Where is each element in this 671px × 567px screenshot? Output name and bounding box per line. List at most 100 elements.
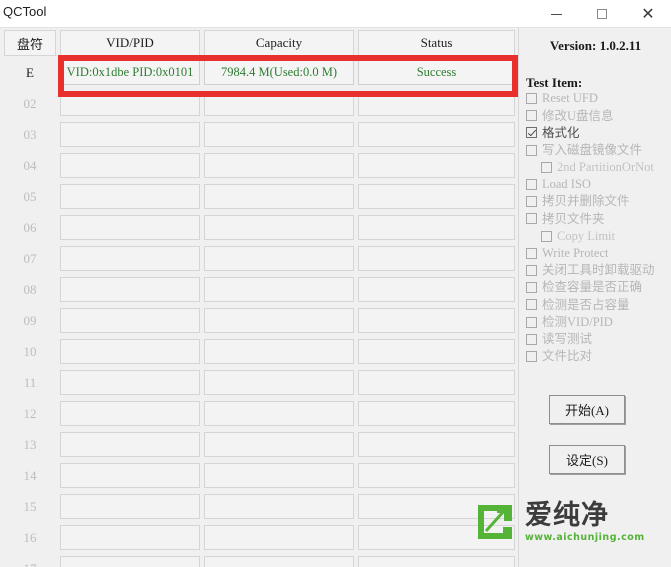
cell-status[interactable] [358,556,515,567]
cell-vid-pid[interactable] [60,215,200,240]
cell-status[interactable] [358,184,515,209]
test-item-row[interactable]: Write Protect [520,245,671,262]
cell-vid-pid[interactable] [60,494,200,519]
table-row[interactable]: 09 [0,305,518,336]
minimize-button[interactable] [533,0,579,28]
cell-capacity[interactable] [204,525,354,550]
checkbox-icon[interactable] [526,213,537,225]
cell-capacity[interactable]: 7984.4 M(Used:0.0 M) [204,60,354,85]
test-item-row[interactable]: 写入磁盘镜像文件 [520,142,671,159]
checkbox-icon[interactable] [526,144,537,156]
column-header-vid-pid[interactable]: VID/PID [60,30,200,56]
cell-status[interactable] [358,339,515,364]
checkbox-icon[interactable] [526,299,537,311]
cell-vid-pid[interactable] [60,556,200,567]
checkbox-icon[interactable] [526,247,537,259]
table-row[interactable]: 16 [0,522,518,553]
table-row[interactable]: 17 [0,553,518,567]
checkbox-icon[interactable] [526,93,537,105]
table-row[interactable]: 06 [0,212,518,243]
table-row[interactable]: 03 [0,119,518,150]
table-row[interactable]: 10 [0,336,518,367]
cell-capacity[interactable] [204,184,354,209]
table-row[interactable]: E VID:0x1dbe PID:0x0101 7984.4 M(Used:0.0 … [0,57,518,88]
test-item-row[interactable]: 文件比对 [520,348,671,365]
table-row[interactable]: 15 [0,491,518,522]
test-item-row[interactable]: 2nd PartitionOrNot [520,159,671,176]
checkbox-icon[interactable] [526,110,537,122]
cell-capacity[interactable] [204,308,354,333]
cell-vid-pid[interactable]: VID:0x1dbe PID:0x0101 [60,60,200,85]
test-item-row[interactable]: 检测VID/PID [520,313,671,330]
test-item-row[interactable]: 关闭工具时卸载驱动 [520,262,671,279]
cell-vid-pid[interactable] [60,432,200,457]
start-button[interactable]: 开始(A) [549,395,625,424]
cell-status[interactable] [358,277,515,302]
test-item-row[interactable]: 检测是否占容量 [520,296,671,313]
test-item-row[interactable]: 读写测试 [520,331,671,348]
close-button[interactable]: ✕ [625,0,671,28]
cell-vid-pid[interactable] [60,122,200,147]
table-row[interactable]: 14 [0,460,518,491]
test-item-row[interactable]: 修改U盘信息 [520,107,671,124]
cell-capacity[interactable] [204,215,354,240]
cell-vid-pid[interactable] [60,525,200,550]
cell-capacity[interactable] [204,370,354,395]
cell-capacity[interactable] [204,432,354,457]
cell-status[interactable] [358,122,515,147]
cell-vid-pid[interactable] [60,91,200,116]
checkbox-icon[interactable] [541,230,552,242]
cell-vid-pid[interactable] [60,463,200,488]
table-row[interactable]: 11 [0,367,518,398]
test-item-row[interactable]: 拷贝文件夹 [520,210,671,227]
cell-vid-pid[interactable] [60,308,200,333]
checkbox-icon[interactable] [541,161,552,173]
table-row[interactable]: 12 [0,398,518,429]
cell-capacity[interactable] [204,277,354,302]
checkbox-icon[interactable] [526,127,537,139]
test-item-row[interactable]: Reset UFD [520,90,671,107]
checkbox-icon[interactable] [526,179,537,191]
test-item-row[interactable]: 拷贝并删除文件 [520,193,671,210]
test-item-row[interactable]: Copy Limit [520,228,671,245]
table-row[interactable]: 13 [0,429,518,460]
cell-vid-pid[interactable] [60,339,200,364]
cell-vid-pid[interactable] [60,370,200,395]
table-row[interactable]: 07 [0,243,518,274]
column-header-status[interactable]: Status [358,30,515,56]
checkbox-icon[interactable] [526,282,537,294]
column-header-drive[interactable]: 盘符 [4,30,56,56]
cell-status[interactable] [358,308,515,333]
checkbox-icon[interactable] [526,350,537,362]
cell-status[interactable] [358,401,515,426]
cell-vid-pid[interactable] [60,401,200,426]
table-row[interactable]: 04 [0,150,518,181]
checkbox-icon[interactable] [526,264,537,276]
cell-vid-pid[interactable] [60,153,200,178]
cell-capacity[interactable] [204,401,354,426]
cell-status[interactable] [358,91,515,116]
column-header-capacity[interactable]: Capacity [204,30,354,56]
cell-status[interactable] [358,215,515,240]
checkbox-icon[interactable] [526,196,537,208]
cell-status[interactable] [358,246,515,271]
cell-capacity[interactable] [204,246,354,271]
checkbox-icon[interactable] [526,316,537,328]
table-row[interactable]: 02 [0,88,518,119]
cell-vid-pid[interactable] [60,277,200,302]
test-item-row[interactable]: 检查容量是否正确 [520,279,671,296]
test-item-row[interactable]: 格式化 [520,124,671,141]
cell-vid-pid[interactable] [60,184,200,209]
cell-capacity[interactable] [204,463,354,488]
cell-status[interactable] [358,370,515,395]
test-item-row[interactable]: Load ISO [520,176,671,193]
cell-capacity[interactable] [204,339,354,364]
setup-button[interactable]: 设定(S) [549,445,625,474]
cell-status[interactable] [358,153,515,178]
cell-vid-pid[interactable] [60,246,200,271]
cell-capacity[interactable] [204,153,354,178]
cell-status[interactable] [358,463,515,488]
table-row[interactable]: 05 [0,181,518,212]
cell-capacity[interactable] [204,494,354,519]
cell-status[interactable]: Success [358,60,515,85]
